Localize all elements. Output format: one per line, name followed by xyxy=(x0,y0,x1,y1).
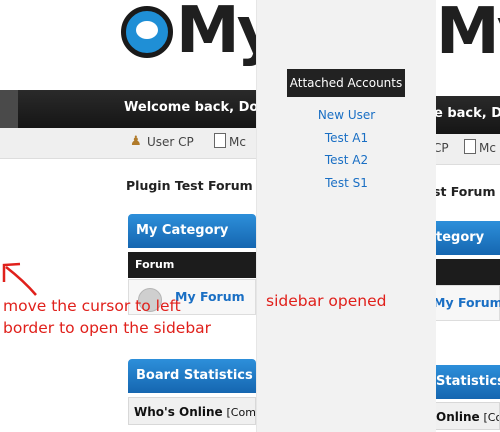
top-bar: Welcome back, Doy xyxy=(0,90,256,128)
sidebar-annotation: sidebar opened xyxy=(266,292,387,310)
forum-column-header-right xyxy=(436,259,500,285)
arrow-icon xyxy=(2,262,37,296)
user-cp-link[interactable]: User CP xyxy=(147,135,194,149)
whos-online-complete-right[interactable]: [Comple xyxy=(483,411,499,424)
whos-online-row: Who's Online [Comple xyxy=(128,397,256,425)
sidebar-title: Attached Accounts xyxy=(287,69,405,97)
whos-online-label-right: Online xyxy=(436,410,480,424)
memberlist-link[interactable]: Mc xyxy=(229,135,246,149)
whos-online-row-right: Online [Comple xyxy=(436,402,500,430)
logo-text-right: My xyxy=(436,0,500,69)
top-bar-right: e back, Doy xyxy=(436,96,500,134)
annotation-line-2: border to open the sidebar xyxy=(3,319,212,337)
stats-header: Board Statistics xyxy=(128,359,256,393)
logo-text: My xyxy=(176,0,256,68)
stats-header-right: Statistics xyxy=(436,365,500,399)
account-link-test-a1[interactable]: Test A1 xyxy=(257,131,436,145)
logo-icon xyxy=(121,6,173,58)
welcome-text-right: e back, Doy xyxy=(436,106,500,121)
forum-title-right: st Forum xyxy=(436,184,496,199)
memberlist-icon xyxy=(214,133,226,148)
account-link-test-a2[interactable]: Test A2 xyxy=(257,153,436,167)
whos-online-complete[interactable]: [Comple xyxy=(227,406,256,419)
forum-link-right[interactable]: My Forum xyxy=(436,295,500,310)
annotation-line-1: move the cursor to left xyxy=(3,297,181,315)
account-link-new-user[interactable]: New User xyxy=(257,108,436,122)
welcome-text: Welcome back, Doy xyxy=(124,100,256,115)
user-icon: ♟ xyxy=(130,134,142,149)
left-screenshot: My Welcome back, Doy ♟ User CP Mc Plugin… xyxy=(0,0,256,432)
nav-bar: ♟ User CP Mc xyxy=(0,128,256,159)
memberlist-link-right[interactable]: Mc xyxy=(479,141,496,155)
user-cp-link-right[interactable]: CP xyxy=(436,141,449,155)
whos-online-label: Who's Online xyxy=(134,405,223,419)
forum-link[interactable]: My Forum xyxy=(175,289,245,304)
nav-bar-right: CP Mc xyxy=(436,134,500,165)
forum-row-right: My Forum xyxy=(436,285,500,321)
sidebar: Attached Accounts New User Test A1 Test … xyxy=(256,0,437,432)
forum-column-header: Forum xyxy=(128,252,256,278)
category-header-right[interactable]: tegory xyxy=(436,221,500,255)
right-screenshot: My e back, Doy CP Mc st Forum tegory My … xyxy=(436,0,500,432)
category-header[interactable]: My Category xyxy=(128,214,256,248)
forum-title: Plugin Test Forum xyxy=(126,178,253,193)
memberlist-icon-right xyxy=(464,139,476,154)
account-link-test-s1[interactable]: Test S1 xyxy=(257,176,436,190)
